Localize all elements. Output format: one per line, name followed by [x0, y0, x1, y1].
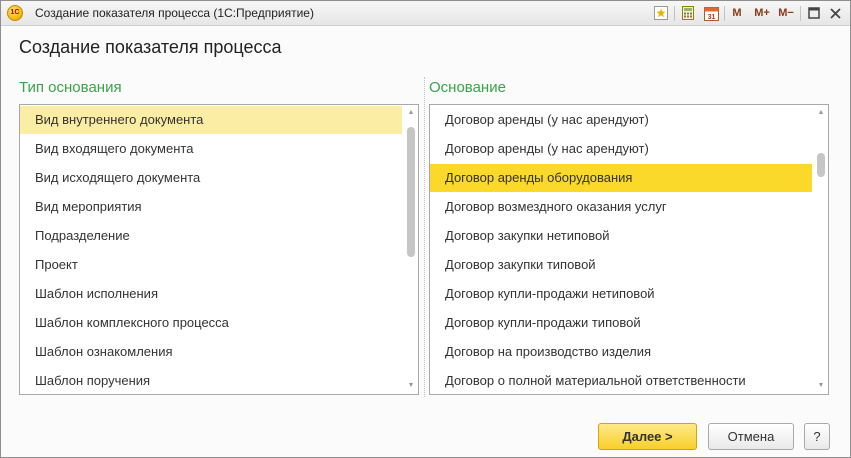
- memory-plus-button[interactable]: M+: [751, 4, 773, 22]
- window-title: Создание показателя процесса (1С:Предпри…: [35, 6, 314, 20]
- list-item[interactable]: Вид мероприятия: [20, 193, 402, 221]
- toolbar-separator: [674, 6, 675, 21]
- list-item[interactable]: Договор возмездного оказания услуг: [430, 193, 812, 221]
- list-item[interactable]: Договор аренды оборудования: [430, 164, 812, 192]
- list-item[interactable]: Договор аренды (у нас арендуют): [430, 135, 812, 163]
- scroll-up-icon[interactable]: ▲: [816, 109, 826, 117]
- cancel-button[interactable]: Отмена: [708, 423, 794, 450]
- scroll-down-icon[interactable]: ▼: [406, 382, 416, 390]
- list-item[interactable]: Вид исходящего документа: [20, 164, 402, 192]
- list-item[interactable]: Договор закупки типовой: [430, 251, 812, 279]
- panel-divider: [424, 77, 425, 397]
- scroll-up-icon[interactable]: ▲: [406, 109, 416, 117]
- help-button[interactable]: ?: [804, 423, 830, 450]
- list-item[interactable]: Договор купли-продажи типовой: [430, 309, 812, 337]
- base-list[interactable]: Договор аренды (у нас арендуют) Договор …: [429, 104, 829, 395]
- maximize-icon[interactable]: [806, 4, 822, 22]
- toolbar-separator: [800, 6, 801, 21]
- list-item[interactable]: Шаблон поручения: [20, 367, 402, 394]
- memory-minus-button[interactable]: M−: [775, 4, 797, 22]
- close-icon[interactable]: [827, 4, 843, 22]
- calendar-icon[interactable]: 31: [703, 4, 719, 22]
- left-scrollbar[interactable]: ▲ ▼: [406, 109, 416, 392]
- list-item[interactable]: Договор о полной материальной ответствен…: [430, 367, 812, 394]
- list-item[interactable]: Шаблон исполнения: [20, 280, 402, 308]
- svg-text:31: 31: [707, 14, 715, 21]
- right-scrollbar[interactable]: ▲ ▼: [816, 109, 826, 392]
- list-item[interactable]: Шаблон комплексного процесса: [20, 309, 402, 337]
- list-item[interactable]: Договор закупки нетиповой: [430, 222, 812, 250]
- list-item[interactable]: Договор купли-продажи нетиповой: [430, 280, 812, 308]
- app-logo-icon[interactable]: 1C: [7, 5, 23, 21]
- base-type-list[interactable]: Вид внутреннего документа Вид входящего …: [19, 104, 419, 395]
- next-button[interactable]: Далее >: [598, 423, 697, 450]
- calculator-icon[interactable]: [680, 4, 696, 22]
- list-item[interactable]: Вид входящего документа: [20, 135, 402, 163]
- list-item[interactable]: Подразделение: [20, 222, 402, 250]
- scroll-thumb[interactable]: [817, 153, 825, 177]
- favorites-star-icon[interactable]: [653, 4, 669, 22]
- scroll-thumb[interactable]: [407, 127, 415, 257]
- base-type-label: Тип основания: [19, 79, 122, 96]
- list-item[interactable]: Шаблон ознакомления: [20, 338, 402, 366]
- dialog-window: 1C Создание показателя процесса (1С:Пред…: [0, 0, 851, 458]
- form-heading: Создание показателя процесса: [19, 37, 282, 57]
- title-bar: 1C Создание показателя процесса (1С:Пред…: [1, 1, 850, 26]
- memory-button[interactable]: M: [730, 4, 744, 22]
- scroll-down-icon[interactable]: ▼: [816, 382, 826, 390]
- list-item[interactable]: Договор аренды (у нас арендуют): [430, 106, 812, 134]
- toolbar-separator: [724, 6, 725, 21]
- list-item[interactable]: Проект: [20, 251, 402, 279]
- base-label: Основание: [429, 79, 506, 96]
- list-item[interactable]: Вид внутреннего документа: [20, 106, 402, 134]
- list-item[interactable]: Договор на производство изделия: [430, 338, 812, 366]
